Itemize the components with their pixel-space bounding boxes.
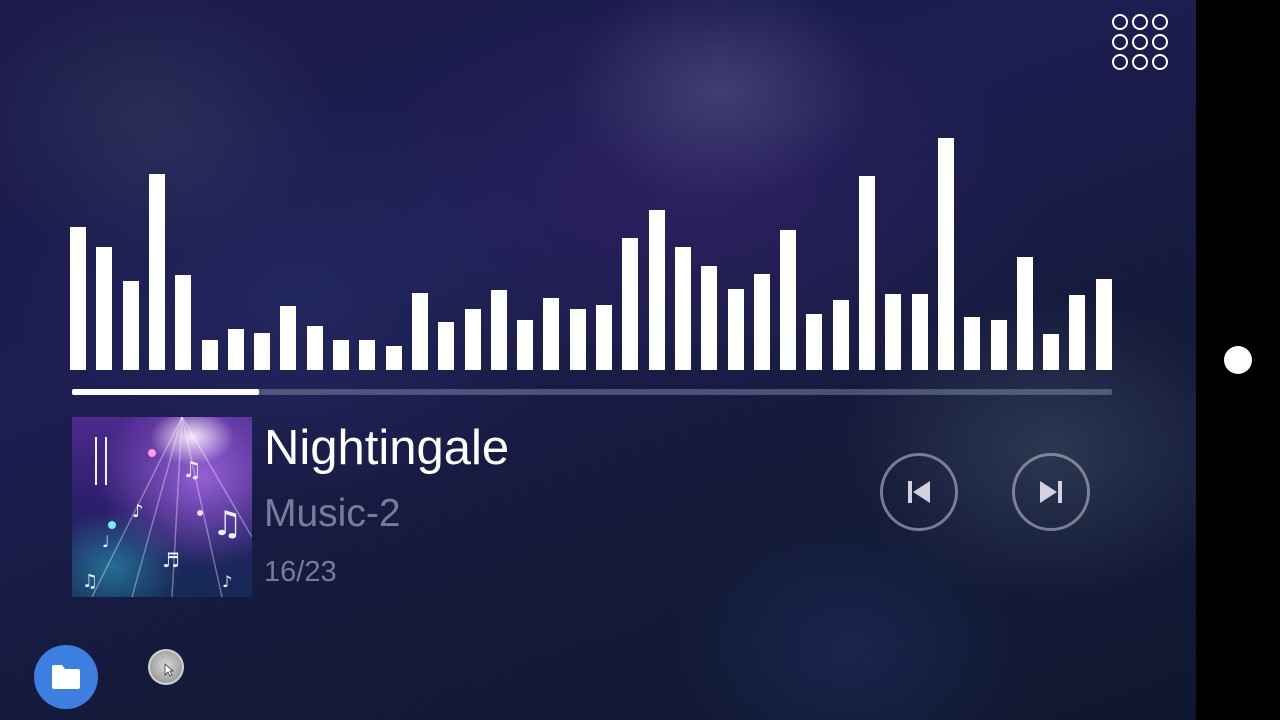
visualizer-bar: [806, 314, 822, 370]
visualizer-bar: [701, 266, 717, 370]
svg-text:♫: ♫: [212, 504, 242, 544]
grid-menu-icon[interactable]: [1112, 14, 1172, 74]
visualizer-bar: [412, 293, 428, 370]
svg-text:♫: ♫: [182, 458, 202, 483]
svg-text:♬: ♬: [162, 548, 180, 572]
progress-bar[interactable]: [72, 389, 1112, 395]
audio-visualizer: [70, 130, 1115, 370]
svg-text:♩: ♩: [102, 532, 110, 551]
svg-text:♪: ♪: [132, 501, 144, 522]
visualizer-bar: [596, 305, 612, 370]
visualizer-bar: [70, 227, 86, 370]
visualizer-bar: [517, 320, 533, 370]
skip-previous-icon: [908, 481, 930, 503]
visualizer-bar: [280, 306, 296, 370]
album-art: ♫ ♪ ♫ ♩ ♬ ♪ ♫: [72, 417, 252, 597]
progress-fill: [72, 389, 260, 395]
visualizer-bar: [333, 340, 349, 370]
visualizer-bar: [307, 326, 323, 370]
visualizer-bar: [1069, 295, 1085, 370]
folder-button[interactable]: [34, 645, 98, 709]
visualizer-bar: [991, 320, 1007, 370]
visualizer-bar: [675, 247, 691, 370]
previous-button[interactable]: [880, 453, 958, 531]
svg-text:♫: ♫: [82, 571, 98, 592]
visualizer-bar: [96, 247, 112, 370]
svg-text:♪: ♪: [222, 572, 232, 591]
visualizer-bar: [780, 230, 796, 370]
visualizer-bar: [465, 309, 481, 370]
visualizer-bar: [175, 275, 191, 370]
visualizer-bar: [885, 294, 901, 370]
visualizer-bar: [649, 210, 665, 370]
visualizer-bar: [859, 176, 875, 370]
visualizer-bar: [359, 340, 375, 370]
visualizer-bar: [728, 289, 744, 370]
song-title: Nightingale: [264, 421, 510, 475]
cursor-arrow-icon: [164, 663, 174, 677]
visualizer-bar: [543, 298, 559, 370]
visualizer-bar: [622, 238, 638, 370]
visualizer-bar: [386, 346, 402, 370]
visualizer-bar: [1017, 257, 1033, 370]
player-screen: ♫ ♪ ♫ ♩ ♬ ♪ ♫ Nightingale Music-2 16/23: [0, 0, 1196, 720]
visualizer-bar: [1096, 279, 1112, 370]
track-position: 16/23: [264, 556, 337, 588]
visualizer-bar: [833, 300, 849, 370]
visualizer-bar: [438, 322, 454, 370]
visualizer-bar: [964, 317, 980, 370]
visualizer-bar: [202, 340, 218, 370]
visualizer-bar: [938, 138, 954, 370]
visualizer-bar: [491, 290, 507, 370]
visualizer-bar: [912, 294, 928, 370]
visualizer-bar: [149, 174, 165, 370]
visualizer-bar: [123, 281, 139, 370]
folder-icon: [52, 665, 80, 689]
pointer-cursor: [148, 649, 184, 685]
visualizer-bar: [754, 274, 770, 370]
visualizer-bar: [254, 333, 270, 370]
next-button[interactable]: [1012, 453, 1090, 531]
home-dot-button[interactable]: [1224, 346, 1252, 374]
skip-next-icon: [1040, 481, 1062, 503]
visualizer-bar: [1043, 334, 1059, 370]
visualizer-bar: [570, 309, 586, 370]
song-album: Music-2: [264, 492, 401, 535]
visualizer-bar: [228, 329, 244, 370]
